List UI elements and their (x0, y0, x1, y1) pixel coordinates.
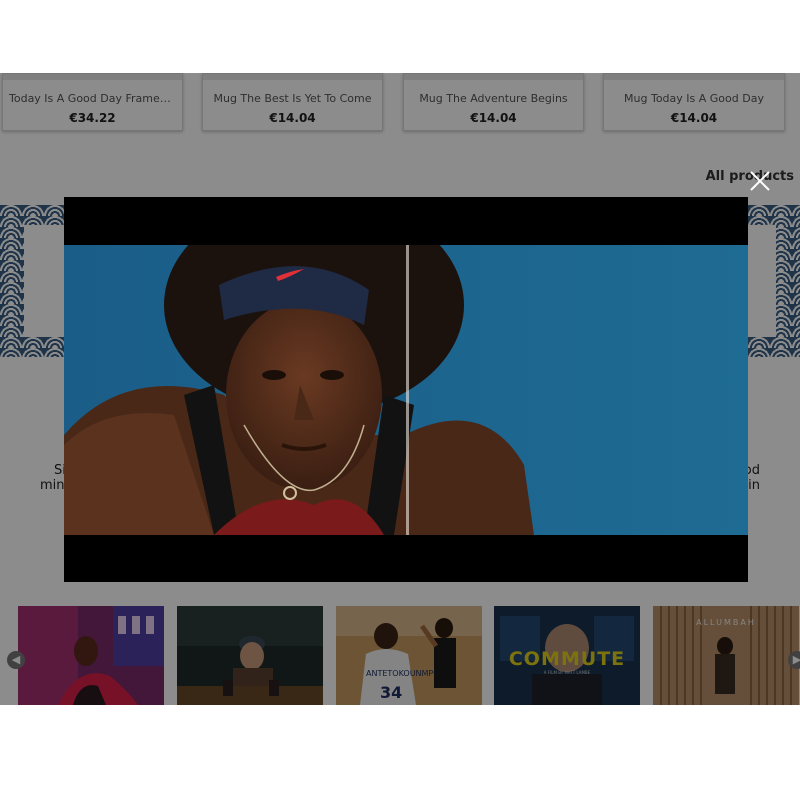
video-lightbox (64, 197, 748, 582)
overlay-top-margin (0, 0, 800, 73)
close-icon (750, 171, 770, 191)
video-frame-image (64, 245, 748, 535)
video-player[interactable] (64, 245, 748, 535)
overlay-bottom-margin (0, 705, 800, 800)
close-lightbox-button[interactable] (747, 168, 773, 194)
